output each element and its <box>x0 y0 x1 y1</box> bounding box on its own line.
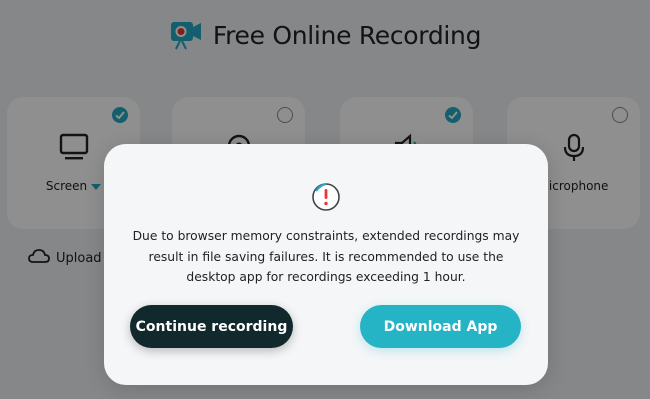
app-page: Free Online Recording Screen Microphone … <box>0 0 650 399</box>
warning-message: Due to browser memory constraints, exten… <box>132 229 520 284</box>
memory-warning-dialog: Due to browser memory constraints, exten… <box>104 144 548 385</box>
continue-recording-button[interactable]: Continue recording <box>130 305 293 348</box>
download-app-button[interactable]: Download App <box>360 305 521 348</box>
warning-icon <box>311 182 341 216</box>
